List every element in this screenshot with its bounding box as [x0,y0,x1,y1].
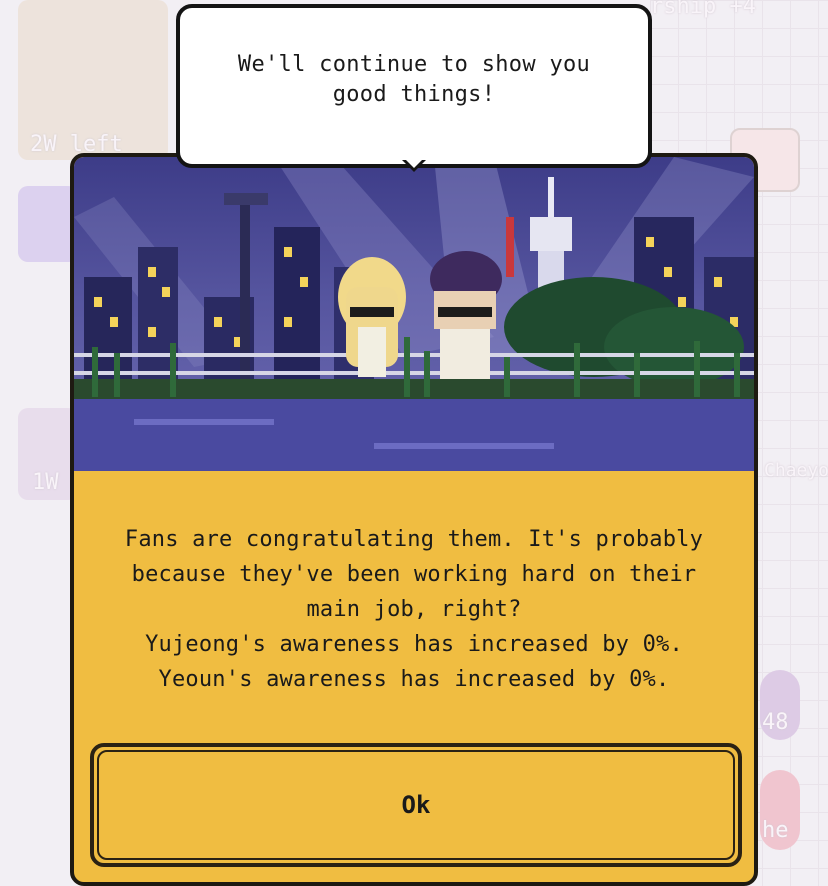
speech-bubble-tail-fill [406,160,422,168]
message-line: main job, right? [306,597,522,622]
character-yeoun [430,251,502,379]
ok-button-label: Ok [401,791,431,819]
night-city-scene-image [74,157,754,471]
lamp-head [224,193,268,205]
message-line: Fans are congratulating them. It's proba… [124,527,704,552]
building [84,277,132,387]
speech-bubble-text: We'll continue to show you good things! [224,50,604,110]
dialog-message: Fans are congratulating them. It's proba… [74,522,754,697]
message-line: because they've been working hard on the… [131,562,697,587]
tower-red [506,217,514,277]
night-city-scene-art [74,157,754,471]
tower-top [530,217,572,251]
water-highlight [134,419,274,425]
speech-bubble: We'll continue to show you good things! [176,4,652,168]
lamp-post [240,197,250,387]
message-line: Yujeong's awareness has increased by 0%. [145,632,683,657]
speech-bubble-line-1: We'll continue to show you [237,52,591,77]
speech-bubble-line-2: good things! [332,82,496,107]
event-result-dialog: Fans are congratulating them. It's proba… [70,153,758,886]
character-yujeong [338,257,406,377]
message-line: Yeoun's awareness has increased by 0%. [158,667,670,692]
water [74,399,754,471]
water-highlight [374,443,554,449]
ok-button[interactable]: Ok [90,743,742,867]
building [274,227,320,387]
